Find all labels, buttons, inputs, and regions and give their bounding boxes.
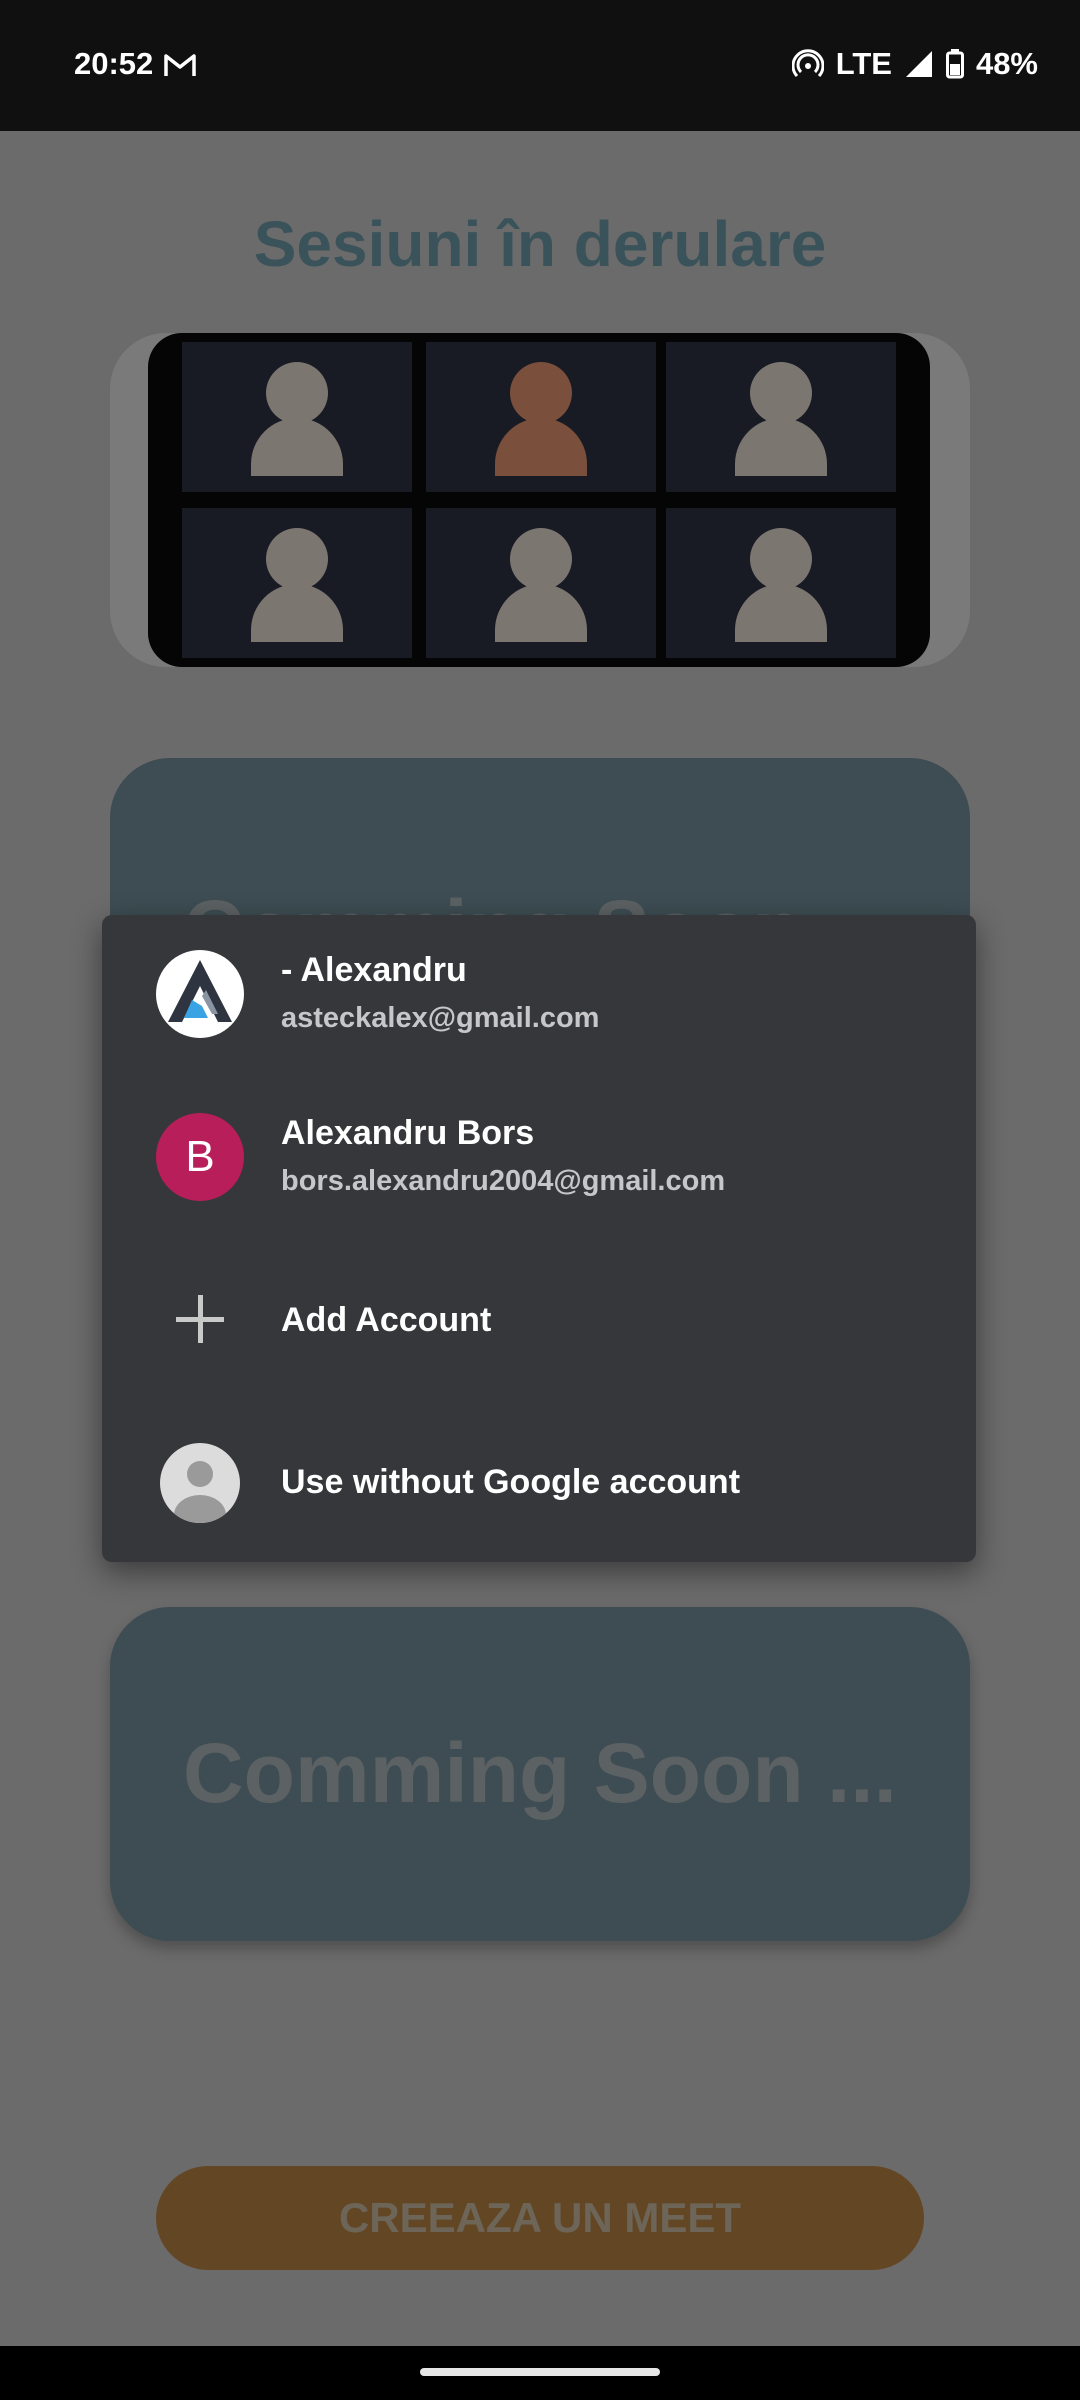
status-time: 20:52 (74, 46, 154, 81)
account-item[interactable]: - Alexandru asteckalex@gmail.com (102, 930, 976, 1060)
coming-soon-card[interactable]: Comming Soon ... (110, 1607, 970, 1941)
participant-avatar-icon (266, 362, 328, 424)
account-name: - Alexandru (281, 951, 467, 989)
use-without-account-item[interactable]: Use without Google account (102, 1417, 976, 1547)
add-account-item[interactable]: Add Account (102, 1255, 976, 1385)
navigation-bar (0, 2346, 1080, 2400)
account-picker-dialog: - Alexandru asteckalex@gmail.com B Alexa… (102, 915, 976, 1562)
account-email: asteckalex@gmail.com (281, 1002, 600, 1034)
participant-tile (426, 508, 656, 658)
account-logo-icon (156, 950, 244, 1038)
gmail-icon (164, 54, 196, 76)
use-without-account-label: Use without Google account (281, 1463, 741, 1501)
account-item[interactable]: B Alexandru Bors bors.alexandru2004@gmai… (102, 1093, 976, 1223)
battery-percent: 48% (975, 46, 1038, 81)
account-avatar-icon: B (156, 1113, 244, 1201)
page-title: Sesiuni în derulare (253, 208, 827, 280)
account-name: Alexandru Bors (281, 1114, 535, 1152)
participant-avatar-icon (510, 362, 572, 424)
participant-tile (666, 342, 896, 492)
network-type: LTE (835, 46, 892, 81)
status-bar: 20:52 LTE 48% (0, 0, 1080, 131)
home-handle[interactable] (420, 2368, 660, 2376)
create-meet-button[interactable]: CREEAZA UN MEET (156, 2166, 924, 2270)
person-icon (160, 1443, 240, 1523)
battery-icon (945, 49, 964, 79)
participant-avatar-icon (510, 528, 572, 590)
account-email: bors.alexandru2004@gmail.com (281, 1165, 726, 1197)
plus-icon (156, 1275, 244, 1363)
participant-tile (666, 508, 896, 658)
participant-tile (182, 508, 412, 658)
participant-tile (426, 342, 656, 492)
participant-avatar-icon (750, 362, 812, 424)
signal-icon (905, 51, 932, 77)
participant-avatar-icon (266, 528, 328, 590)
participant-tile (182, 342, 412, 492)
session-video-grid[interactable] (148, 333, 930, 667)
add-account-label: Add Account (281, 1301, 492, 1339)
coming-soon-label: Comming Soon ... (183, 1726, 897, 1820)
participant-avatar-icon (750, 528, 812, 590)
hotspot-icon (791, 49, 824, 78)
